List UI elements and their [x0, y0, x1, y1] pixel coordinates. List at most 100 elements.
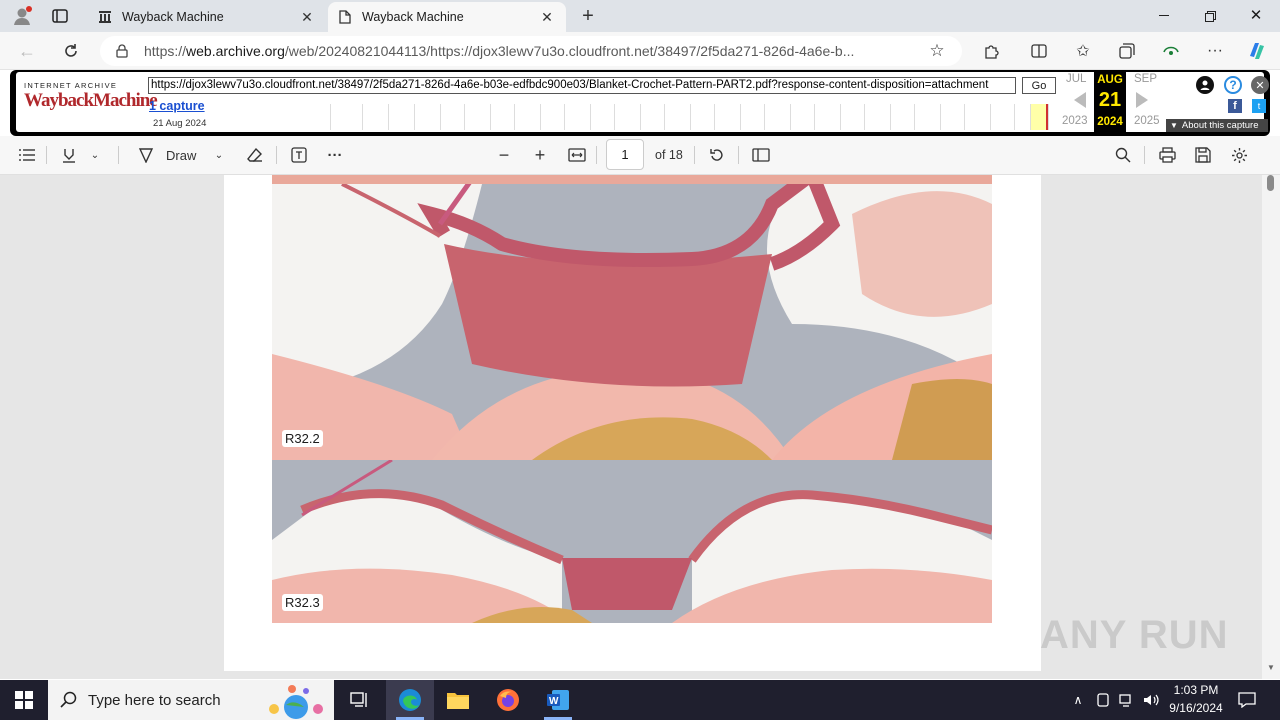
about-capture-label: About this capture [1181, 120, 1259, 131]
task-view-icon[interactable] [336, 680, 384, 720]
zoom-in-icon[interactable]: + [530, 144, 550, 166]
extensions-icon[interactable] [980, 41, 1002, 61]
page-view-icon[interactable] [750, 144, 772, 166]
toolbar-separator [46, 146, 47, 164]
account-icon[interactable] [1196, 76, 1214, 94]
minimize-icon[interactable] [1152, 6, 1176, 26]
photo-caption: R32.2 [282, 430, 323, 447]
favorites-icon[interactable]: ✩ [1072, 41, 1094, 61]
clock-time[interactable]: 1:03 PM [1168, 683, 1224, 697]
wayback-url-input[interactable]: https://djox3lewv7u3o.cloudfront.net/384… [148, 77, 1016, 94]
timeline-tick [764, 104, 765, 130]
captures-link[interactable]: 1 capture [149, 99, 205, 113]
timeline-tick [864, 104, 865, 130]
zoom-out-icon[interactable]: − [494, 144, 514, 166]
more-menu-icon[interactable]: ··· [1204, 41, 1226, 61]
print-icon[interactable] [1156, 144, 1178, 166]
firefox-icon[interactable] [484, 680, 532, 720]
facebook-icon[interactable]: f [1228, 99, 1242, 113]
wayback-toolbar-body: INTERNET ARCHIVE WaybackMachine https://… [16, 72, 1269, 132]
start-button[interactable] [0, 680, 48, 720]
text-box-icon[interactable] [288, 144, 310, 166]
new-tab-icon[interactable]: + [578, 5, 598, 27]
next-year[interactable]: 2025 [1134, 115, 1160, 127]
scroll-down-icon[interactable]: ▼ [1267, 663, 1275, 672]
lock-icon[interactable] [114, 44, 130, 58]
more-tools-icon[interactable]: ··· [324, 144, 346, 166]
restore-icon[interactable] [1198, 6, 1222, 26]
refresh-icon[interactable] [60, 41, 82, 61]
current-day: 21 [1098, 89, 1122, 111]
crochet-photo-r32-2: R32.2 [272, 184, 992, 460]
draw-button[interactable]: Draw [166, 144, 196, 166]
current-year: 2024 [1097, 116, 1123, 128]
settings-gear-icon[interactable] [1228, 144, 1250, 166]
wayback-go-button[interactable]: Go [1022, 77, 1056, 94]
timeline-tick [440, 104, 441, 130]
tab-wayback-2[interactable]: Wayback Machine ✕ [328, 2, 566, 32]
next-capture-icon[interactable] [1136, 92, 1148, 108]
close-wayback-icon[interactable]: ✕ [1251, 76, 1269, 94]
timeline-tick [740, 104, 741, 130]
copilot-icon[interactable] [1244, 39, 1270, 63]
word-icon[interactable]: W [534, 680, 582, 720]
draw-dropdown-icon[interactable]: ⌄ [212, 144, 226, 166]
crochet-photo-image [272, 184, 992, 460]
url-host: web.archive.org [186, 43, 285, 59]
help-icon[interactable]: ? [1224, 76, 1242, 94]
eraser-icon[interactable] [244, 144, 266, 166]
split-screen-icon[interactable] [1028, 41, 1050, 61]
tab-wayback-1[interactable]: Wayback Machine ✕ [88, 2, 326, 32]
wayback-logo[interactable]: WaybackMachine [24, 90, 158, 112]
collections-icon[interactable] [1116, 41, 1138, 61]
clock-date[interactable]: 9/16/2024 [1164, 701, 1228, 715]
taskbar-search-box[interactable]: Type here to search [48, 680, 334, 720]
timeline-tick [690, 104, 691, 130]
draw-icon[interactable] [136, 144, 156, 166]
prev-month[interactable]: JUL [1066, 73, 1086, 85]
page-number-input[interactable]: 1 [606, 139, 644, 170]
timeline-tick [590, 104, 591, 130]
contents-icon[interactable] [16, 144, 38, 166]
file-explorer-icon[interactable] [434, 680, 482, 720]
notifications-icon[interactable] [1236, 690, 1258, 710]
address-bar[interactable]: https://web.archive.org/web/202408210441… [100, 36, 962, 66]
archive-favicon-icon [98, 10, 112, 24]
scroll-thumb[interactable] [1267, 175, 1274, 191]
twitter-icon[interactable]: t [1252, 99, 1266, 113]
edge-taskbar-icon[interactable] [386, 680, 434, 720]
prev-year[interactable]: 2023 [1062, 115, 1088, 127]
search-icon[interactable] [1112, 144, 1134, 166]
toolbar-separator [738, 146, 739, 164]
search-icon [60, 691, 77, 708]
tab-actions-icon[interactable] [50, 7, 70, 25]
about-capture-button[interactable]: ▼ About this capture [1166, 119, 1268, 132]
close-tab-icon[interactable]: ✕ [298, 8, 316, 26]
rotate-icon[interactable] [706, 144, 728, 166]
profile-avatar[interactable] [10, 5, 34, 27]
device-icon[interactable] [1094, 692, 1112, 708]
url-path: /web/20240821044113/https://djox3lewv7u3… [284, 43, 855, 59]
highlight-icon[interactable] [58, 144, 80, 166]
url-prefix: https:// [144, 43, 187, 59]
prev-capture-icon[interactable] [1074, 92, 1086, 108]
save-icon[interactable] [1192, 144, 1214, 166]
performance-icon[interactable] [1160, 41, 1182, 61]
favorite-star-icon[interactable]: ☆ [926, 41, 948, 61]
close-window-icon[interactable]: ✕ [1244, 5, 1268, 25]
current-month: AUG [1097, 74, 1123, 86]
next-month[interactable]: SEP [1134, 73, 1157, 85]
highlight-dropdown-icon[interactable]: ⌄ [88, 144, 102, 166]
scrollbar[interactable]: ▲ ▼ [1262, 175, 1280, 679]
volume-icon[interactable] [1142, 692, 1160, 708]
pdf-viewer[interactable]: R32.2 R32.3 ANY RUN [0, 175, 1280, 679]
show-hidden-icons[interactable]: ∧ [1070, 692, 1086, 708]
fit-page-icon[interactable] [566, 144, 588, 166]
back-icon[interactable]: ← [16, 41, 38, 61]
timeline-tick [362, 104, 363, 130]
crochet-photo-r32-3: R32.3 [272, 460, 992, 623]
browser-toolbar: ← https://web.archive.org/web/2024082104… [0, 32, 1280, 91]
network-icon[interactable] [1118, 692, 1136, 708]
close-tab-icon[interactable]: ✕ [538, 8, 556, 26]
wayback-toolbar: INTERNET ARCHIVE WaybackMachine https://… [10, 70, 1270, 136]
